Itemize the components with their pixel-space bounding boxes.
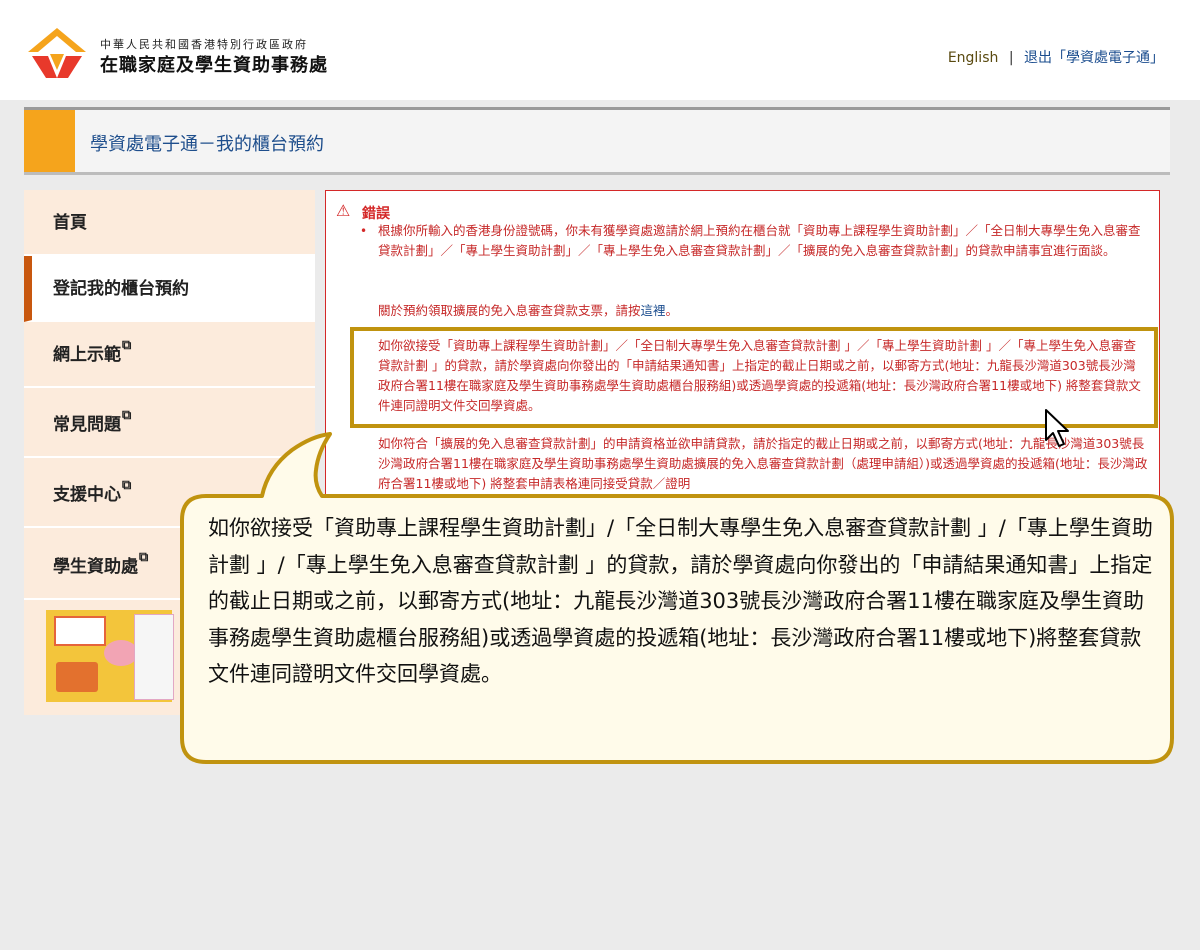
- site-header: 中華人民共和國香港特別行政區政府 在職家庭及學生資助事務處 English | …: [0, 0, 1200, 100]
- sidebar-item-home[interactable]: 首頁: [24, 190, 315, 256]
- external-link-icon: ⧉: [139, 550, 149, 565]
- here-link[interactable]: 這裡: [641, 303, 666, 318]
- english-link[interactable]: English: [948, 50, 999, 66]
- sidebar-item-label: 首頁: [53, 213, 87, 233]
- mouse-cursor-icon: [1045, 409, 1069, 447]
- sidebar-item-online-demo[interactable]: 網上示範⧉: [24, 322, 315, 388]
- page-title-bar: 學資處電子通－我的櫃台預約: [24, 107, 1170, 175]
- org-name-small: 中華人民共和國香港特別行政區政府: [100, 38, 308, 51]
- sidebar-item-faq[interactable]: 常見問題⧉: [24, 392, 315, 458]
- warning-icon: ⚠: [336, 201, 351, 220]
- banner-books-shape: [56, 662, 98, 692]
- cheque-text-prefix: 關於預約領取擴展的免入息審查貸款支票，請按: [378, 303, 641, 318]
- sidebar-item-label: 網上示範: [53, 345, 121, 365]
- error-title: 錯誤: [362, 206, 390, 222]
- error-message-cheque: 關於預約領取擴展的免入息審查貸款支票，請按這裡。: [378, 300, 1148, 319]
- promo-banner-image-2[interactable]: [134, 614, 174, 700]
- logout-link[interactable]: 退出「學資處電子通」: [1024, 50, 1164, 66]
- piggy-bank-icon: [104, 640, 138, 666]
- top-links: English | 退出「學資處電子通」: [948, 47, 1164, 67]
- callout-text: 如你欲接受「資助專上課程學生資助計劃」/「全日制大專學生免入息審查貸款計劃 」/…: [208, 516, 1153, 686]
- org-name: 在職家庭及學生資助事務處: [100, 55, 328, 76]
- error-message-extended-loan: 如你符合「擴展的免入息審查貸款計劃」的申請資格並欲申請貸款，請於指定的截止日期或…: [378, 436, 1148, 491]
- banner-label-box: [54, 616, 106, 646]
- bullet-icon: •: [360, 224, 368, 238]
- external-link-icon: ⧉: [122, 478, 132, 493]
- link-separator: |: [1008, 50, 1014, 66]
- sidebar-item-label: 支援中心: [53, 485, 121, 505]
- sidebar-item-label: 常見問題: [53, 415, 121, 435]
- title-accent: [24, 110, 75, 172]
- sidebar-item-register-appointment[interactable]: 登記我的櫃台預約: [24, 256, 315, 322]
- external-link-icon: ⧉: [122, 338, 132, 353]
- cheque-text-suffix: 。: [665, 303, 679, 318]
- sidebar-item-label: 學生資助處: [53, 557, 138, 577]
- wfsfaa-logo-icon[interactable]: [26, 26, 88, 82]
- error-message-main: 根據你所輸入的香港身份證號碼，你未有獲學資處邀請於網上預約在櫃台就「資助專上課程…: [378, 223, 1141, 258]
- page-title: 學資處電子通－我的櫃台預約: [90, 134, 324, 155]
- error-message-loan-return: 如你欲接受「資助專上課程學生資助計劃」／「全日制大專學生免入息審查貸款計劃 」／…: [378, 338, 1141, 413]
- external-link-icon: ⧉: [122, 408, 132, 423]
- error-panel: ⚠ 錯誤 • 根據你所輸入的香港身份證號碼，你未有獲學資處邀請於網上預約在櫃台就…: [325, 190, 1160, 510]
- sidebar-item-label: 登記我的櫃台預約: [53, 279, 189, 299]
